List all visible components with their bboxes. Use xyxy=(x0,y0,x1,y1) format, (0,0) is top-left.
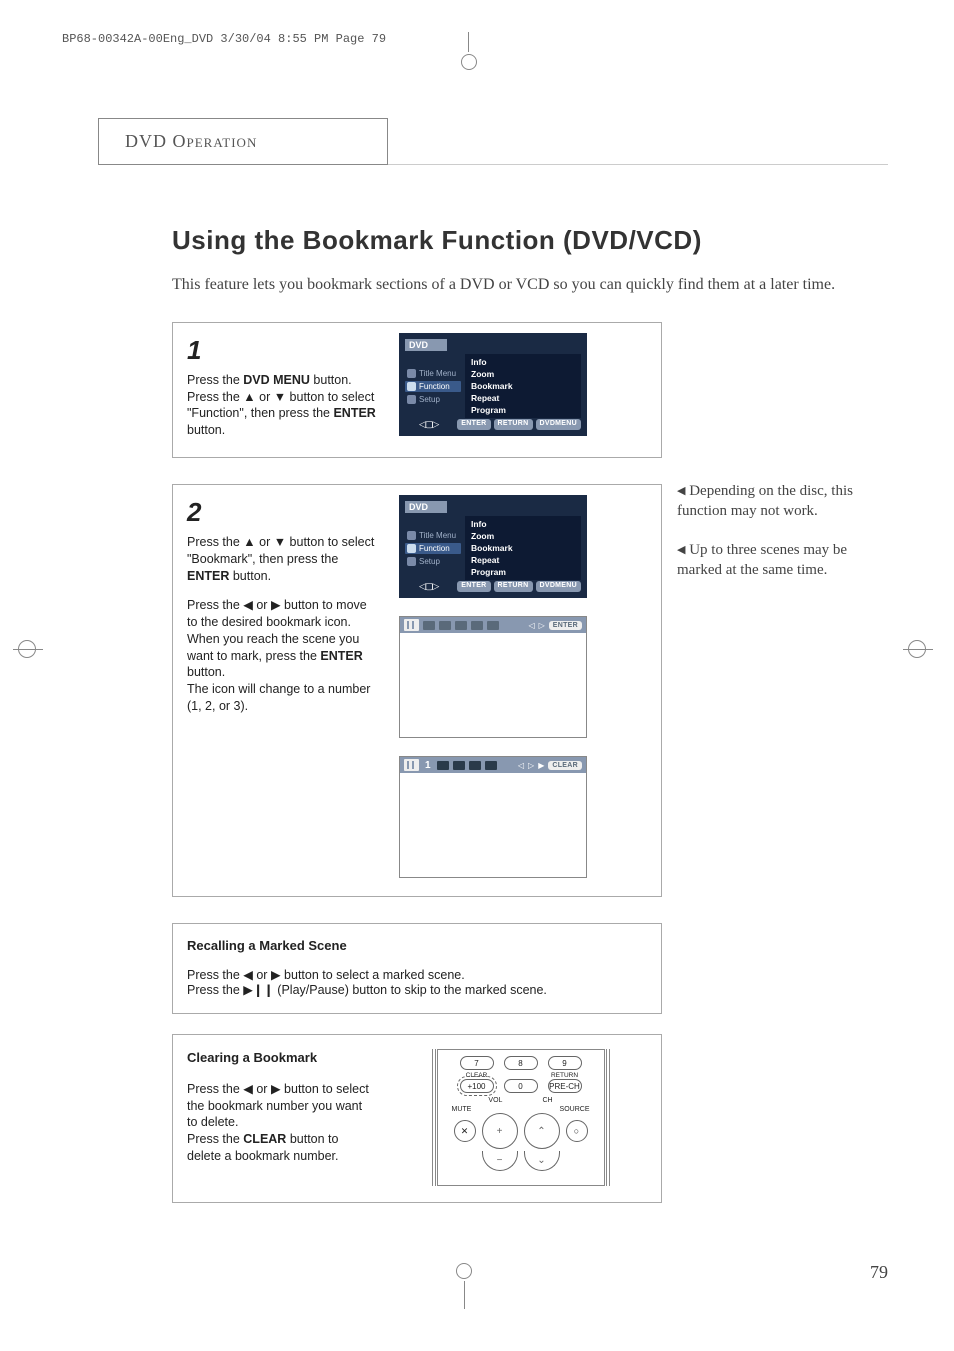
remote-button-8: 8 xyxy=(504,1056,538,1070)
crop-mark-icon xyxy=(456,42,482,68)
remote-button-7: 7 xyxy=(460,1056,494,1070)
body-text: Press the ▶❙❙ (Play/Pause) button to ski… xyxy=(187,982,647,997)
subsection-heading: Clearing a Bookmark xyxy=(187,1049,372,1067)
step-text: Press the ▲ or ▼ button to select "Funct… xyxy=(187,389,377,440)
remote-source-button: ○ xyxy=(566,1120,588,1142)
crop-mark-icon xyxy=(18,640,36,658)
page-title: Using the Bookmark Function (DVD/VCD) xyxy=(172,225,888,256)
clearing-section: Clearing a Bookmark Press the ◀ or ▶ but… xyxy=(172,1034,662,1203)
remote-button-plus100: +100 xyxy=(460,1079,494,1093)
nav-arrows-icon: ◁ ▷ xyxy=(518,761,535,770)
enter-pill: ENTER xyxy=(549,621,582,630)
section-header: DVD Operation xyxy=(98,118,888,165)
remote-label-ch: CH xyxy=(542,1097,552,1104)
step-number: 2 xyxy=(187,495,377,530)
side-notes: ◀ Depending on the disc, this function m… xyxy=(677,481,877,598)
osd-tab-setup: Setup xyxy=(405,394,461,405)
bookmark-bar-icon xyxy=(404,759,419,771)
section-label: DVD Operation xyxy=(98,118,388,165)
crop-mark-icon xyxy=(456,1263,472,1279)
remote-button-0: 0 xyxy=(504,1079,538,1093)
osd-dvdmenu-button: DVDMENU xyxy=(536,419,582,430)
remote-button-9: 9 xyxy=(548,1056,582,1070)
remote-vol-down: − xyxy=(482,1151,518,1171)
osd-menu: Info Zoom Bookmark Repeat Program xyxy=(465,354,581,418)
page-number: 79 xyxy=(870,1262,888,1283)
subsection-heading: Recalling a Marked Scene xyxy=(187,938,647,953)
remote-diagram: 7 8 9 CLEAR RETURN +100 0 PRE-CH xyxy=(437,1049,605,1186)
remote-label-vol: VOL xyxy=(488,1097,502,1104)
osd-enter-button: ENTER xyxy=(457,419,490,430)
nav-glyph-icon: ◁▢▷ xyxy=(405,419,438,430)
bookmark-bar-icon xyxy=(404,619,419,631)
step-text: Press the ▲ or ▼ button to select "Bookm… xyxy=(187,534,377,585)
step-text: Press the ◀ or ▶ button to move to the d… xyxy=(187,597,377,681)
step-text: Press the DVD MENU button. xyxy=(187,372,377,389)
osd-header: DVD xyxy=(405,339,447,351)
osd-tab-function: Function xyxy=(405,381,461,392)
step-text: The icon will change to a number (1, 2, … xyxy=(187,681,377,715)
remote-label-source: SOURCE xyxy=(560,1106,590,1113)
osd-screenshot: DVD Disc Menu Info Zoom Bookmark Repeat … xyxy=(399,333,587,436)
remote-ch-down: ⌄ xyxy=(524,1151,560,1171)
osd-return-button: RETURN xyxy=(494,419,533,430)
remote-vol-button: + xyxy=(482,1113,518,1149)
bookmark-number: 1 xyxy=(423,760,433,771)
body-text: Press the ◀ or ▶ button to select the bo… xyxy=(187,1081,372,1132)
osd-tab-title: Title Menu xyxy=(405,368,461,379)
step-number: 1 xyxy=(187,333,377,368)
nav-arrows-icon: ◁ ▷ xyxy=(528,621,545,630)
print-header: BP68-00342A-00Eng_DVD 3/30/04 8:55 PM Pa… xyxy=(62,32,386,46)
remote-ch-up-button: ⌃ xyxy=(524,1113,560,1149)
recalling-section: Recalling a Marked Scene Press the ◀ or … xyxy=(172,923,662,1014)
remote-mute-button: ✕ xyxy=(454,1120,476,1142)
body-text: Press the CLEAR button to delete a bookm… xyxy=(187,1131,372,1165)
remote-button-prech: PRE-CH xyxy=(548,1079,582,1093)
body-text: Press the ◀ or ▶ button to select a mark… xyxy=(187,967,647,982)
osd-screenshot: DVD Disc Menu Info Zoom Bookmark Repeat … xyxy=(399,495,587,598)
play-icon: ▶ xyxy=(538,761,545,770)
remote-label-return: RETURN xyxy=(548,1072,582,1079)
remote-label-mute: MUTE xyxy=(452,1106,472,1113)
step-1: 1 Press the DVD MENU button. Press the ▲… xyxy=(172,322,662,459)
crop-mark-icon xyxy=(908,640,926,658)
remote-label-clear: CLEAR xyxy=(460,1072,494,1079)
playback-screenshot-marked: 1 ◁ ▷ ▶ CLEAR xyxy=(399,756,587,878)
clear-pill: CLEAR xyxy=(548,761,582,770)
intro-text: This feature lets you bookmark sections … xyxy=(172,274,872,296)
playback-screenshot: ◁ ▷ ENTER xyxy=(399,616,587,738)
